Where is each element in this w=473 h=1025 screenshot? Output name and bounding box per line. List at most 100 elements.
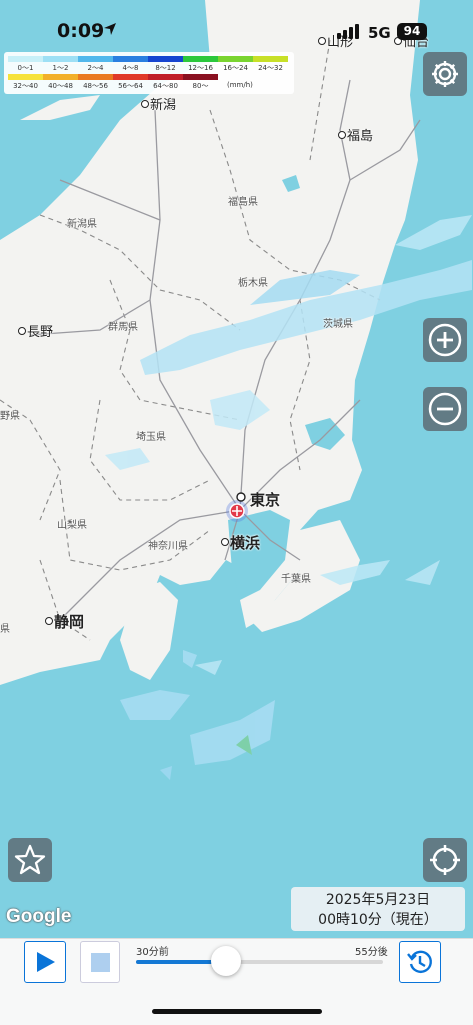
map-place-text: 県 bbox=[0, 624, 10, 635]
map-place-label: 福島県 bbox=[228, 193, 258, 208]
map-place-label: 神奈川県 bbox=[148, 537, 188, 552]
observation-time-box: 2025年5月23日 00時10分（現在） bbox=[291, 887, 465, 931]
map-place-label: 静岡 bbox=[45, 611, 85, 632]
status-bar: 0:09 5G 94 bbox=[0, 0, 473, 46]
favorite-button[interactable] bbox=[8, 838, 52, 882]
map-place-text: 埼玉県 bbox=[136, 432, 166, 443]
map-place-text: 新潟県 bbox=[67, 219, 97, 230]
map-place-label: 栃木県 bbox=[238, 274, 268, 289]
legend-cell: 40～48 bbox=[43, 74, 78, 91]
crosshair-icon bbox=[430, 845, 460, 875]
slider-label-future: 55分後 bbox=[355, 947, 388, 958]
star-icon bbox=[14, 844, 46, 875]
map-place-text: 新潟 bbox=[150, 98, 177, 113]
history-button[interactable] bbox=[399, 941, 441, 983]
legend-color-bar bbox=[183, 74, 218, 80]
map-place-text: 群馬県 bbox=[108, 322, 138, 333]
map-place-label: 東京 bbox=[250, 489, 280, 510]
map-place-text: 横浜 bbox=[230, 534, 261, 552]
map-place-label: 福島 bbox=[338, 125, 374, 144]
legend-row-1: 0～1 1～2 2～4 4～8 8～12 12～16 16～24 24～32 bbox=[8, 56, 288, 73]
radar-map[interactable] bbox=[0, 0, 473, 938]
legend-label: 56～64 bbox=[118, 82, 143, 90]
legend-label: 40～48 bbox=[48, 82, 73, 90]
legend-cell: 24～32 bbox=[253, 56, 288, 73]
legend-cell: 2～4 bbox=[78, 56, 113, 73]
legend-label: 32～40 bbox=[13, 82, 38, 90]
city-dot-icon bbox=[221, 538, 229, 546]
settings-button[interactable] bbox=[423, 52, 467, 96]
slider-label-past: 30分前 bbox=[136, 947, 169, 958]
map-place-label: 山梨県 bbox=[57, 516, 87, 531]
map-place-text: 福島 bbox=[347, 129, 374, 144]
map-place-label: 新潟 bbox=[141, 94, 177, 113]
map-place-label: 長野 bbox=[18, 321, 54, 340]
legend-label: 12～16 bbox=[188, 64, 213, 72]
locate-button[interactable] bbox=[423, 838, 467, 882]
legend-color-bar bbox=[8, 56, 43, 62]
map-place-text: 野県 bbox=[0, 411, 20, 422]
map-place-text: 山梨県 bbox=[57, 520, 87, 531]
legend-color-bar bbox=[113, 56, 148, 62]
map-place-text: 静岡 bbox=[54, 613, 85, 631]
legend-row-2: 32～40 40～48 48～56 56～64 64～80 80～ bbox=[8, 74, 218, 91]
play-icon bbox=[37, 952, 55, 972]
legend-cell: 56～64 bbox=[113, 74, 148, 91]
gear-icon bbox=[432, 61, 458, 87]
google-attribution: Google bbox=[6, 906, 72, 927]
stop-button[interactable] bbox=[80, 941, 120, 983]
legend-cell: 16～24 bbox=[218, 56, 253, 73]
map-place-label: 県 bbox=[0, 620, 10, 635]
legend-cell: 80～ bbox=[183, 74, 218, 91]
legend-cell: 48～56 bbox=[78, 74, 113, 91]
play-button[interactable] bbox=[24, 941, 66, 983]
legend-color-bar bbox=[218, 56, 253, 62]
legend-cell: 64～80 bbox=[148, 74, 183, 91]
city-dot-icon bbox=[141, 100, 149, 108]
legend-label: 64～80 bbox=[153, 82, 178, 90]
stop-icon bbox=[90, 952, 110, 972]
map-place-text: 長野 bbox=[27, 325, 54, 340]
signal-bars-icon bbox=[337, 24, 359, 39]
network-type: 5G bbox=[368, 24, 391, 42]
legend-label: 4～8 bbox=[122, 64, 139, 72]
map-place-text: 東京 bbox=[250, 491, 281, 509]
zoom-out-button[interactable] bbox=[423, 387, 467, 431]
map-place-text: 茨城県 bbox=[323, 319, 353, 330]
legend-label: 80～ bbox=[192, 82, 209, 90]
legend-color-bar bbox=[78, 74, 113, 80]
time-slider-track[interactable] bbox=[136, 960, 383, 964]
battery-indicator: 94 bbox=[397, 23, 427, 40]
map-place-label: 埼玉県 bbox=[136, 428, 166, 443]
zoom-in-button[interactable] bbox=[423, 318, 467, 362]
legend-color-bar bbox=[253, 56, 288, 62]
city-dot-icon bbox=[45, 617, 53, 625]
map-place-text: 栃木県 bbox=[238, 278, 268, 289]
map-place-label: 新潟県 bbox=[67, 215, 97, 230]
legend-cell: 32～40 bbox=[8, 74, 43, 91]
time-slider-thumb[interactable] bbox=[211, 946, 241, 976]
location-arrow-icon bbox=[104, 23, 116, 35]
legend-cell: 1～2 bbox=[43, 56, 78, 73]
home-indicator bbox=[152, 1009, 322, 1014]
legend-label: 0～1 bbox=[17, 64, 34, 72]
legend-label: 48～56 bbox=[83, 82, 108, 90]
precipitation-legend: 0～1 1～2 2～4 4～8 8～12 12～16 16～24 24～32 32～40 40～… bbox=[4, 52, 294, 94]
history-icon bbox=[407, 950, 432, 973]
legend-label: 16～24 bbox=[223, 64, 248, 72]
map-place-text: 千葉県 bbox=[281, 574, 311, 585]
map-place-label: 横浜 bbox=[221, 532, 261, 553]
legend-color-bar bbox=[8, 74, 43, 80]
legend-label: 8～12 bbox=[155, 64, 176, 72]
legend-label: 1～2 bbox=[52, 64, 69, 72]
plus-icon bbox=[428, 323, 462, 357]
legend-cell: 0～1 bbox=[8, 56, 43, 73]
legend-cell: 4～8 bbox=[113, 56, 148, 73]
map-place-text: 神奈川県 bbox=[148, 541, 188, 552]
status-time: 0:09 bbox=[57, 20, 105, 42]
map-place-label: 茨城県 bbox=[323, 315, 353, 330]
minus-icon bbox=[428, 392, 462, 426]
city-dot-icon bbox=[18, 327, 26, 335]
legend-label: 24～32 bbox=[258, 64, 283, 72]
observation-time: 00時10分（現在） bbox=[318, 912, 438, 928]
